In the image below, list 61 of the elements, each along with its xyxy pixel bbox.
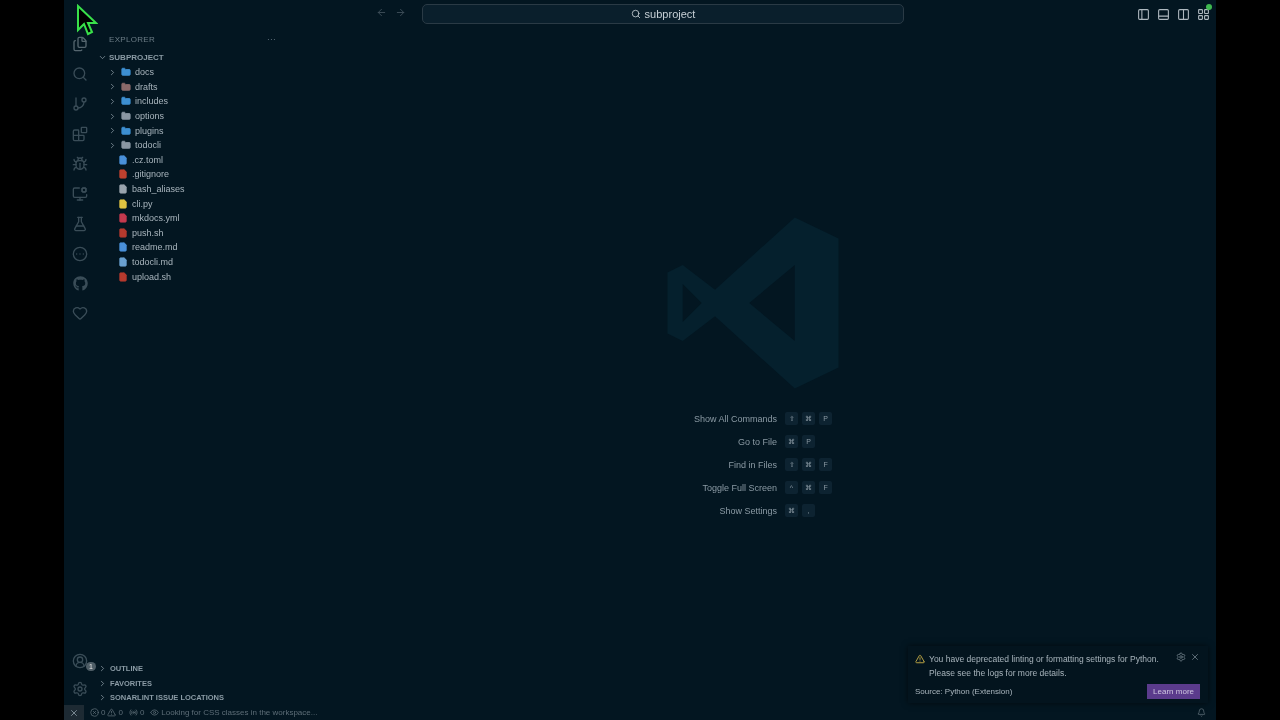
shortcut-label: Go to File: [737, 436, 777, 449]
chevron-down-icon: [98, 53, 107, 62]
file-item[interactable]: .cz.toml: [96, 152, 290, 168]
layout-icon[interactable]: [1197, 7, 1210, 21]
settings-icon[interactable]: [1176, 652, 1186, 662]
folder-item[interactable]: drafts: [96, 79, 290, 95]
notification-message: You have deprecated linting or formatting settings for Python. Please see the logs for more details.: [929, 653, 1160, 680]
split-columns-icon[interactable]: [1177, 7, 1190, 21]
tree-root[interactable]: SUBPROJECT: [96, 50, 290, 65]
folder-item[interactable]: plugins: [96, 123, 290, 138]
search-icon[interactable]: [72, 66, 88, 82]
learn-more-button[interactable]: Learn more: [1147, 684, 1200, 699]
folder-item[interactable]: includes: [96, 94, 290, 109]
monitor-icon[interactable]: [72, 186, 88, 202]
file-item[interactable]: bash_aliases: [96, 181, 290, 197]
close-icon[interactable]: [1190, 652, 1200, 662]
panel-left-icon[interactable]: [1137, 7, 1150, 21]
warning-icon: [107, 708, 117, 717]
branch-icon[interactable]: [72, 96, 88, 112]
extensions-icon[interactable]: [72, 126, 88, 142]
folder-item[interactable]: todocli: [96, 137, 290, 153]
remote-icon: [69, 707, 79, 718]
problems-button[interactable]: 0 0: [90, 708, 123, 717]
file-item[interactable]: upload.sh: [96, 269, 290, 284]
search-field[interactable]: subproject: [422, 4, 904, 24]
shortcut-label: Toggle Full Screen: [701, 482, 777, 495]
ports-button[interactable]: 0: [128, 708, 145, 717]
shortcut-label: Show All Commands: [693, 413, 777, 426]
panel-bottom-icon[interactable]: [1157, 7, 1170, 21]
notification-source: Source: Python (Extension): [915, 687, 1013, 696]
file-item[interactable]: mkdocs.yml: [96, 210, 290, 226]
back-icon[interactable]: [376, 7, 387, 18]
bell-icon[interactable]: [1197, 708, 1206, 717]
search-icon: [630, 9, 641, 19]
file-item[interactable]: .gitignore: [96, 167, 290, 182]
status-message: Looking for CSS classes in the workspace...: [150, 708, 318, 717]
circle-icon[interactable]: [72, 246, 88, 262]
files-icon[interactable]: [72, 36, 88, 52]
settings-icon[interactable]: [72, 681, 88, 697]
sidebar-title: EXPLORER: [109, 34, 155, 44]
heart-icon[interactable]: [72, 305, 88, 321]
file-item[interactable]: cli.py: [96, 196, 290, 211]
folder-item[interactable]: options: [96, 108, 290, 124]
cursor-icon: [76, 4, 98, 36]
shortcut-label: Find in Files: [727, 459, 777, 472]
shortcut-label: Show Settings: [718, 505, 777, 518]
file-item[interactable]: todocli.md: [96, 254, 290, 270]
more-actions[interactable]: ···: [267, 34, 276, 44]
file-item[interactable]: readme.md: [96, 240, 290, 255]
forward-icon[interactable]: [395, 7, 406, 18]
warning-icon: [915, 654, 925, 664]
bug-icon[interactable]: [72, 156, 88, 172]
remote-button[interactable]: [64, 705, 84, 720]
folder-item[interactable]: docs: [96, 65, 290, 80]
flask-icon[interactable]: [72, 216, 88, 232]
file-item[interactable]: push.sh: [96, 225, 290, 241]
error-icon: [90, 708, 99, 717]
account-icon[interactable]: [72, 653, 88, 669]
eye-icon: [150, 708, 160, 717]
github-icon[interactable]: [72, 276, 88, 291]
ports-icon: [128, 708, 138, 717]
